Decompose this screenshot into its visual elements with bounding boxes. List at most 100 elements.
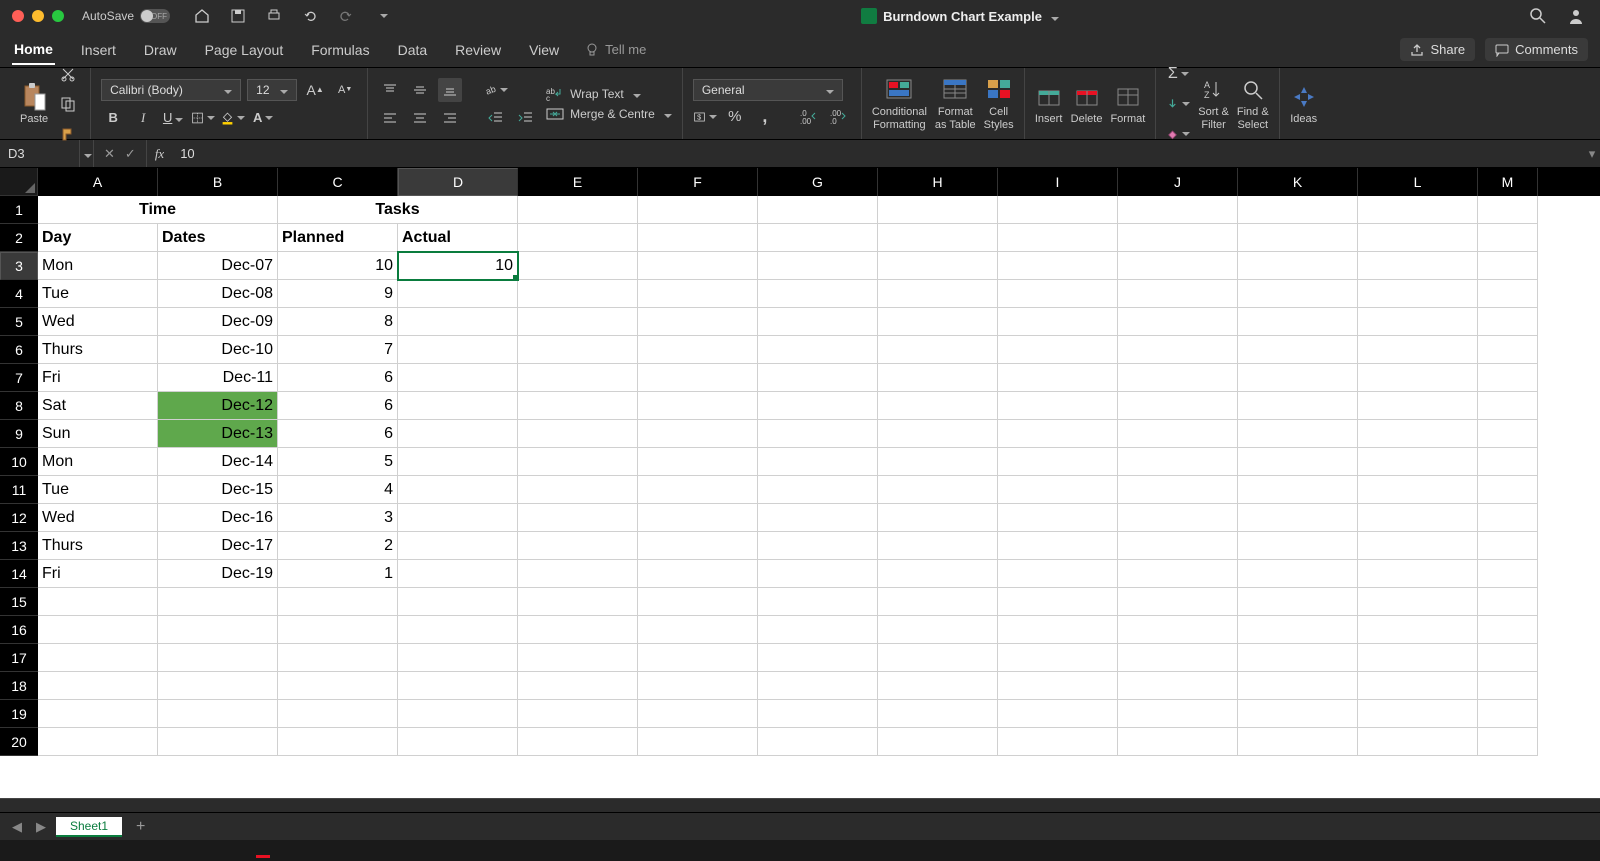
cell[interactable] <box>1358 588 1478 616</box>
cell[interactable] <box>998 672 1118 700</box>
cell[interactable] <box>638 728 758 756</box>
cells-area[interactable]: TimeTasksDayDatesPlannedActualMonDec-071… <box>38 196 1600 798</box>
cell[interactable] <box>1478 644 1538 672</box>
row-header-17[interactable]: 17 <box>0 644 38 672</box>
cell[interactable] <box>878 392 998 420</box>
cell[interactable] <box>1118 644 1238 672</box>
row-header-20[interactable]: 20 <box>0 728 38 756</box>
cell[interactable] <box>1238 420 1358 448</box>
cell[interactable]: 4 <box>278 476 398 504</box>
col-header-K[interactable]: K <box>1238 168 1358 196</box>
sheet-tab[interactable]: Sheet1 <box>56 817 122 837</box>
cell[interactable] <box>878 672 998 700</box>
cell[interactable] <box>1358 616 1478 644</box>
cell[interactable] <box>518 448 638 476</box>
cell[interactable] <box>1478 504 1538 532</box>
cell[interactable]: Thurs <box>38 336 158 364</box>
cell[interactable] <box>1238 308 1358 336</box>
cell[interactable] <box>1238 364 1358 392</box>
share-button[interactable]: Share <box>1400 38 1475 61</box>
row-header-11[interactable]: 11 <box>0 476 38 504</box>
merge-center-button[interactable]: Merge & Centre <box>546 106 672 122</box>
cell[interactable] <box>518 672 638 700</box>
horizontal-scrollbar[interactable] <box>0 798 1600 812</box>
cell[interactable] <box>518 644 638 672</box>
cell[interactable] <box>1358 196 1478 224</box>
cell[interactable] <box>1118 392 1238 420</box>
cell[interactable] <box>1238 588 1358 616</box>
cell[interactable] <box>38 700 158 728</box>
cell[interactable] <box>518 476 638 504</box>
cell[interactable] <box>878 224 998 252</box>
cell[interactable] <box>518 700 638 728</box>
sheet-nav-prev-icon[interactable]: ◀ <box>8 819 26 835</box>
number-format-select[interactable]: General <box>693 79 843 101</box>
cell[interactable]: 6 <box>278 364 398 392</box>
col-header-E[interactable]: E <box>518 168 638 196</box>
cell[interactable] <box>638 588 758 616</box>
cell[interactable] <box>158 728 278 756</box>
cell[interactable] <box>878 420 998 448</box>
cell[interactable] <box>278 644 398 672</box>
align-left-icon[interactable] <box>378 106 402 130</box>
cell[interactable] <box>878 196 998 224</box>
cell[interactable] <box>998 392 1118 420</box>
align-right-icon[interactable] <box>438 106 462 130</box>
copy-icon[interactable] <box>56 92 80 116</box>
cell[interactable] <box>758 588 878 616</box>
cell[interactable] <box>638 532 758 560</box>
delete-cells-button[interactable]: Delete <box>1071 83 1103 125</box>
cell[interactable] <box>878 504 998 532</box>
cell[interactable] <box>1478 420 1538 448</box>
cell[interactable]: 1 <box>278 560 398 588</box>
cell[interactable]: Fri <box>38 560 158 588</box>
align-middle-icon[interactable] <box>408 78 432 102</box>
row-header-14[interactable]: 14 <box>0 560 38 588</box>
cell[interactable] <box>1118 532 1238 560</box>
cell[interactable] <box>1358 336 1478 364</box>
cell[interactable] <box>1478 364 1538 392</box>
cell[interactable] <box>638 616 758 644</box>
cell[interactable] <box>758 308 878 336</box>
row-header-9[interactable]: 9 <box>0 420 38 448</box>
cell[interactable] <box>1238 448 1358 476</box>
cell[interactable] <box>878 728 998 756</box>
cell[interactable] <box>1238 700 1358 728</box>
print-icon[interactable] <box>262 4 286 28</box>
row-header-5[interactable]: 5 <box>0 308 38 336</box>
autosave-switch[interactable]: OFF <box>140 9 170 23</box>
cell[interactable]: Day <box>38 224 158 252</box>
row-header-8[interactable]: 8 <box>0 392 38 420</box>
cell[interactable]: Dec-16 <box>158 504 278 532</box>
cell[interactable] <box>278 700 398 728</box>
cell[interactable] <box>1478 560 1538 588</box>
row-header-18[interactable]: 18 <box>0 672 38 700</box>
cell[interactable] <box>638 672 758 700</box>
cell[interactable]: Wed <box>38 504 158 532</box>
row-header-3[interactable]: 3 <box>0 252 38 280</box>
cell[interactable]: Dec-17 <box>158 532 278 560</box>
cell[interactable] <box>1238 392 1358 420</box>
cell[interactable]: Dec-15 <box>158 476 278 504</box>
cell[interactable] <box>1358 420 1478 448</box>
cell[interactable] <box>998 224 1118 252</box>
cell[interactable] <box>638 308 758 336</box>
cell[interactable] <box>878 560 998 588</box>
borders-button[interactable] <box>191 106 215 130</box>
font-name-select[interactable]: Calibri (Body) <box>101 79 241 101</box>
cell[interactable] <box>1358 728 1478 756</box>
cell[interactable] <box>758 196 878 224</box>
bold-button[interactable]: B <box>101 106 125 130</box>
tab-insert[interactable]: Insert <box>79 36 118 64</box>
row-header-16[interactable]: 16 <box>0 616 38 644</box>
cell[interactable] <box>998 420 1118 448</box>
cell[interactable] <box>758 392 878 420</box>
cell[interactable]: Dates <box>158 224 278 252</box>
cell[interactable] <box>1358 448 1478 476</box>
col-header-G[interactable]: G <box>758 168 878 196</box>
cell[interactable] <box>1358 672 1478 700</box>
cell[interactable] <box>518 588 638 616</box>
cell[interactable] <box>998 196 1118 224</box>
cell[interactable] <box>1358 504 1478 532</box>
col-header-L[interactable]: L <box>1358 168 1478 196</box>
